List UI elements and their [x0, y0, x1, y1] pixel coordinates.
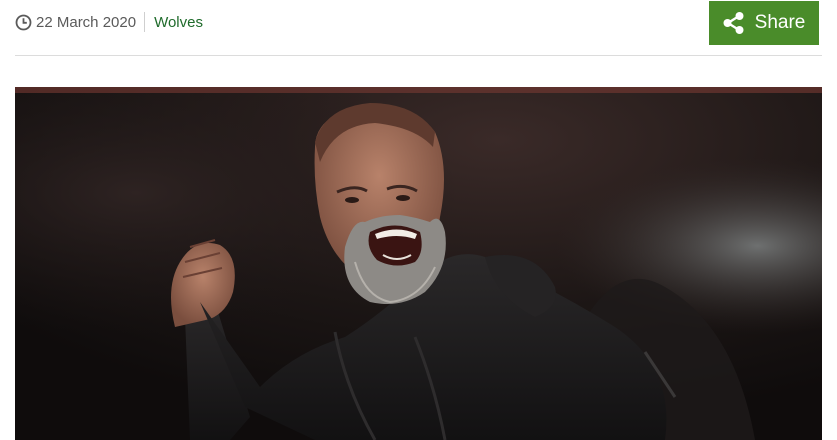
topic-link[interactable]: Wolves — [154, 14, 203, 31]
share-button[interactable]: Share — [709, 1, 819, 45]
article-meta-bar: 22 March 2020 Wolves Share — [15, 0, 822, 56]
meta-divider — [144, 12, 146, 32]
hero-image — [15, 87, 822, 440]
share-label: Share — [754, 12, 806, 33]
share-icon — [723, 12, 744, 34]
publish-date: 22 March 2020 — [36, 13, 137, 31]
article-meta: 22 March 2020 Wolves — [15, 12, 203, 32]
clock-icon — [15, 14, 32, 31]
